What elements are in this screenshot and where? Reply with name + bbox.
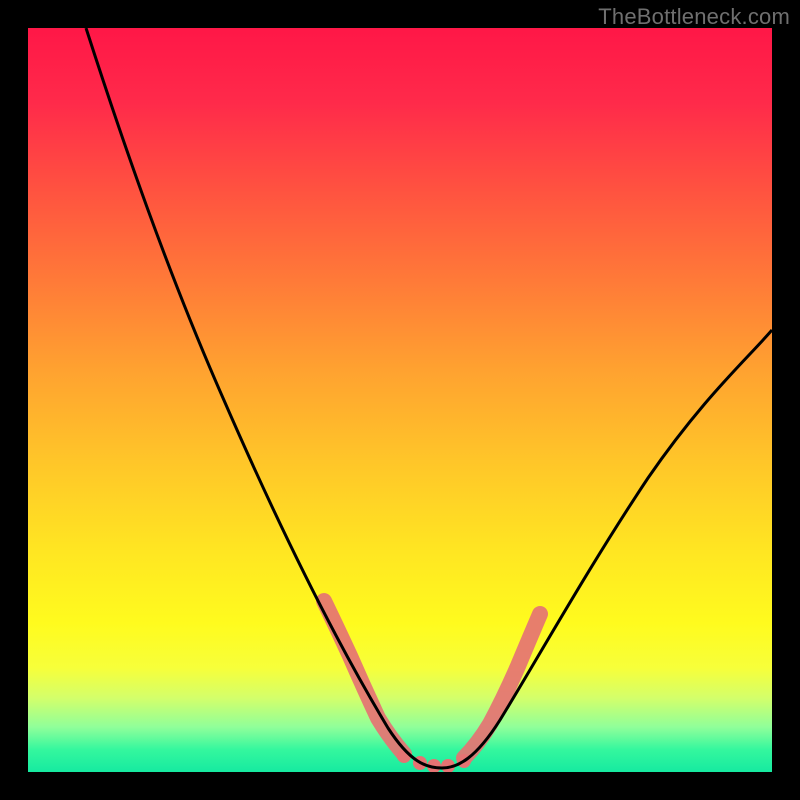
chart-plot-area xyxy=(28,28,772,772)
chart-frame: TheBottleneck.com xyxy=(0,0,800,800)
watermark-text: TheBottleneck.com xyxy=(598,4,790,30)
bottleneck-highlight-left xyxy=(324,601,404,754)
bottleneck-curve-path xyxy=(86,28,772,768)
bottleneck-curve-svg xyxy=(28,28,772,772)
